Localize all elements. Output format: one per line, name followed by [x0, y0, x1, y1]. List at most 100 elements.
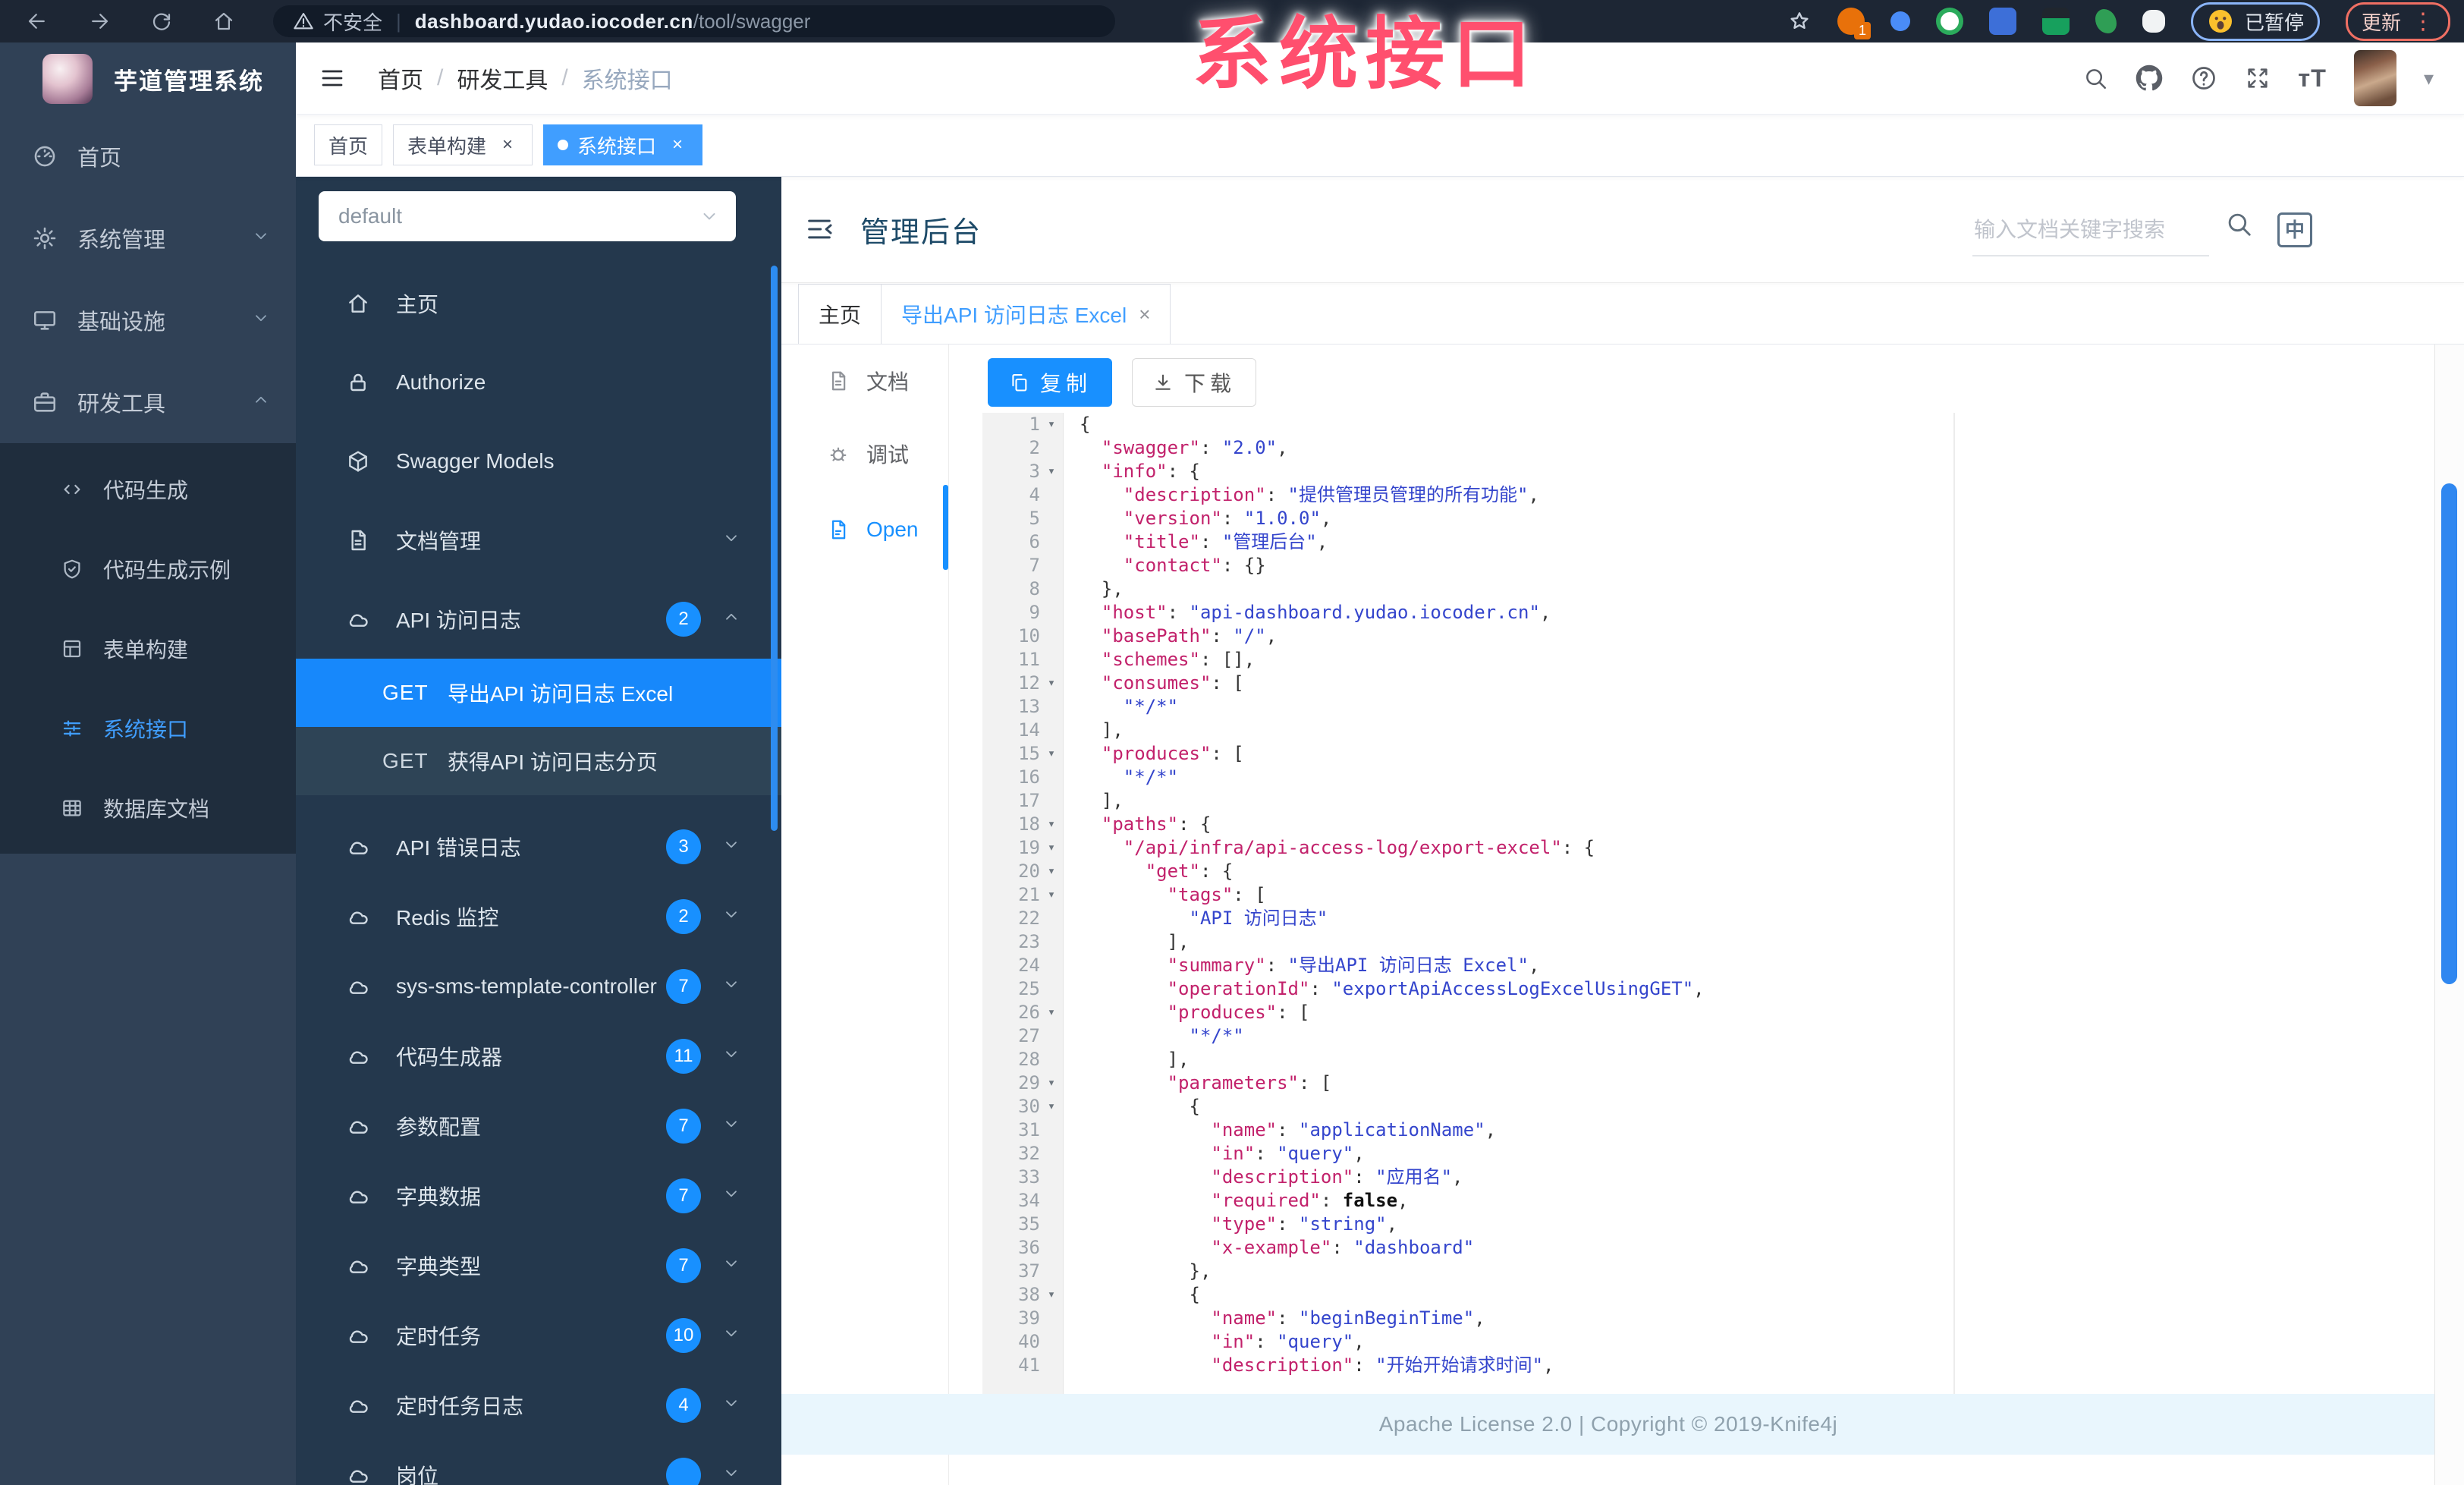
avatar[interactable] [2353, 50, 2396, 106]
language-icon[interactable]: 中 [2277, 212, 2312, 247]
tag-close-icon[interactable]: × [667, 134, 688, 156]
fold-toggle-icon[interactable]: ▾ [1040, 1095, 1063, 1118]
gutter-cell[interactable]: 3 ▾ [982, 460, 1063, 483]
gutter-cell[interactable]: 38 ▾ [982, 1283, 1063, 1307]
gutter-cell[interactable]: 33 [982, 1166, 1063, 1189]
doc-tab[interactable]: 主页 [798, 284, 882, 344]
gutter-cell[interactable]: 8 [982, 577, 1063, 601]
gutter-cell[interactable]: 24 [982, 954, 1063, 977]
doc-search-icon[interactable] [2224, 209, 2253, 238]
caret-down-icon[interactable]: ▾ [2424, 67, 2434, 90]
swagger-menu-item[interactable]: 定时任务 10 [296, 1301, 781, 1370]
gutter-cell[interactable]: 19 ▾ [982, 836, 1063, 860]
fold-toggle-icon[interactable]: ▾ [1040, 1001, 1063, 1024]
gutter-cell[interactable]: 14 [982, 719, 1063, 742]
gutter-cell[interactable]: 13 [982, 695, 1063, 719]
tag-close-icon[interactable]: × [497, 134, 518, 156]
fold-toggle-icon[interactable]: ▾ [1040, 1071, 1063, 1095]
fold-toggle-icon[interactable]: ▾ [1040, 460, 1063, 483]
swagger-menu-item[interactable]: Swagger Models [296, 422, 781, 501]
tag-item[interactable]: 表单构建 × [393, 124, 533, 165]
extension-icon[interactable] [1935, 8, 1963, 35]
gutter-cell[interactable]: 23 [982, 930, 1063, 954]
main-scrollbar-track[interactable] [2434, 345, 2464, 1485]
gutter-cell[interactable]: 41 [982, 1354, 1063, 1377]
swagger-menu-item[interactable]: API 访问日志 2 [296, 580, 781, 659]
gutter-cell[interactable]: 31 [982, 1118, 1063, 1142]
swagger-menu-item[interactable]: API 错误日志 3 [296, 812, 781, 882]
back-icon[interactable] [26, 10, 49, 33]
api-group-select[interactable]: default [319, 191, 736, 241]
sidebar-item[interactable]: 表单构建 [0, 609, 296, 688]
swagger-menu-item[interactable]: sys-sms-template-controller 7 [296, 952, 781, 1021]
sidebar-item[interactable]: 首页 [0, 115, 296, 197]
gutter-cell[interactable]: 18 ▾ [982, 813, 1063, 836]
gutter-cell[interactable]: 39 [982, 1307, 1063, 1330]
gutter-cell[interactable]: 40 [982, 1330, 1063, 1354]
sidebar-item[interactable]: 代码生成示例 [0, 529, 296, 609]
font-size-icon[interactable]: ᴛT [2298, 64, 2327, 93]
operation-item[interactable]: GET 获得API 访问日志分页 [296, 727, 781, 795]
swagger-menu-item[interactable]: 代码生成器 11 [296, 1021, 781, 1091]
gutter-cell[interactable]: 35 [982, 1213, 1063, 1236]
fold-toggle-icon[interactable]: ▾ [1040, 672, 1063, 695]
gutter-cell[interactable]: 9 [982, 601, 1063, 625]
sidebar-item[interactable]: 数据库文档 [0, 768, 296, 848]
gutter-cell[interactable]: 25 [982, 977, 1063, 1001]
extension-icon[interactable] [2041, 8, 2070, 35]
swagger-menu-item[interactable]: 定时任务日志 4 [296, 1370, 781, 1440]
doc-collapse-icon[interactable] [804, 214, 834, 244]
gutter-cell[interactable]: 28 [982, 1048, 1063, 1071]
breadcrumb-item[interactable]: 研发工具 [457, 61, 548, 95]
address-bar[interactable]: 不安全 | dashboard.yudao.iocoder.cn/tool/sw… [273, 5, 1115, 37]
fold-toggle-icon[interactable]: ▾ [1040, 1283, 1063, 1307]
gutter-cell[interactable]: 32 [982, 1142, 1063, 1166]
extension-icon[interactable] [1890, 11, 1910, 31]
help-icon[interactable] [2190, 64, 2217, 92]
operation-item[interactable]: GET 导出API 访问日志 Excel [296, 659, 781, 727]
gutter-cell[interactable]: 20 ▾ [982, 860, 1063, 883]
swagger-menu-item[interactable]: 参数配置 7 [296, 1091, 781, 1161]
gutter-cell[interactable]: 37 [982, 1260, 1063, 1283]
sidebar-item[interactable]: 代码生成 [0, 449, 296, 529]
tab-close-icon[interactable]: × [1139, 303, 1150, 326]
swagger-menu-item[interactable]: 岗位 [296, 1440, 781, 1485]
extension-icon[interactable] [2142, 10, 2165, 33]
swagger-menu-item[interactable]: 字典数据 7 [296, 1161, 781, 1231]
gutter-cell[interactable]: 22 [982, 907, 1063, 930]
fold-toggle-icon[interactable]: ▾ [1040, 413, 1063, 436]
gutter-cell[interactable]: 11 [982, 648, 1063, 672]
sidebar-item[interactable]: 基础设施 [0, 279, 296, 361]
swagger-menu-item[interactable]: Redis 监控 2 [296, 882, 781, 952]
sidebar-scrollbar[interactable] [771, 266, 778, 831]
doc-nav-item[interactable]: Open [781, 493, 948, 566]
reload-icon[interactable] [150, 10, 173, 33]
security-label[interactable]: 不安全 [323, 8, 382, 36]
gutter-cell[interactable]: 17 [982, 789, 1063, 813]
gutter-cell[interactable]: 15 ▾ [982, 742, 1063, 766]
download-button[interactable]: 下载 [1132, 358, 1257, 407]
gutter-cell[interactable]: 5 [982, 507, 1063, 530]
fold-toggle-icon[interactable]: ▾ [1040, 813, 1063, 836]
breadcrumb-item[interactable]: 首页 [378, 61, 423, 95]
tag-active[interactable]: 系统接口 × [543, 124, 703, 165]
gutter-cell[interactable]: 27 [982, 1024, 1063, 1048]
gutter-cell[interactable]: 1 ▾ [982, 413, 1063, 436]
update-button[interactable]: 更新 ⋮ [2345, 2, 2450, 41]
sidebar-fold-icon[interactable] [319, 64, 346, 92]
fold-toggle-icon[interactable]: ▾ [1040, 836, 1063, 860]
logo[interactable]: 芋道管理系统 [0, 42, 296, 115]
gutter-cell[interactable]: 21 ▾ [982, 883, 1063, 907]
menu-dots-icon[interactable]: ⋮ [2412, 8, 2434, 35]
header-search-icon[interactable] [2082, 65, 2108, 91]
gutter-cell[interactable]: 7 [982, 554, 1063, 577]
swagger-menu-item[interactable]: Authorize [296, 343, 781, 422]
sidebar-item[interactable]: 系统接口 [0, 688, 296, 768]
doc-nav-item[interactable]: 文档 [781, 345, 948, 417]
gutter-cell[interactable]: 6 [982, 530, 1063, 554]
fold-toggle-icon[interactable]: ▾ [1040, 742, 1063, 766]
fullscreen-icon[interactable] [2245, 65, 2271, 91]
fold-toggle-icon[interactable]: ▾ [1040, 860, 1063, 883]
sidebar-item[interactable]: 研发工具 [0, 361, 296, 443]
gutter-cell[interactable]: 4 [982, 483, 1063, 507]
